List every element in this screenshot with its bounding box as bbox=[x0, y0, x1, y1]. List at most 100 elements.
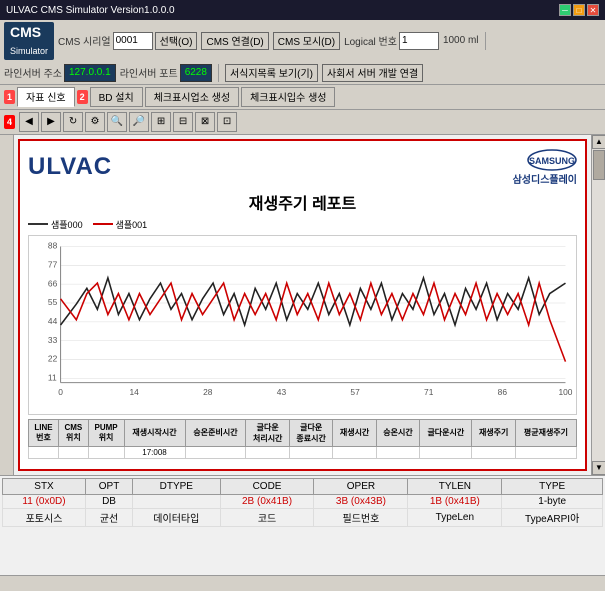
svg-text:71: 71 bbox=[424, 387, 434, 397]
bth-type: TYPE bbox=[502, 478, 603, 494]
cms-serial-group: CMS 시리얼 선택(O) bbox=[58, 32, 197, 50]
samsung-display-label: 삼성디스플레이 bbox=[513, 171, 577, 186]
btd-code-0: 2B (0x41B) bbox=[220, 494, 314, 508]
scroll-thumb[interactable] bbox=[593, 150, 605, 180]
content-area: ULVAC SAMSUNG 삼성디스플레이 재생주기 레포트 샘플000 bbox=[14, 135, 591, 475]
svg-text:SAMSUNG: SAMSUNG bbox=[529, 156, 575, 166]
cell-heat bbox=[376, 446, 419, 458]
app-title: ULVAC CMS Simulator Version1.0.0.0 bbox=[6, 5, 175, 16]
cms-mon-button[interactable]: CMS 모시(D) bbox=[273, 32, 340, 50]
svg-text:77: 77 bbox=[48, 259, 58, 269]
logical-label: Logical 번호 bbox=[344, 33, 397, 48]
col-heat: 승온시간 bbox=[376, 419, 419, 446]
left-panel bbox=[0, 135, 14, 475]
col-cool: 글다운시간 bbox=[420, 419, 472, 446]
btd-stx-0: 11 (0x0D) bbox=[3, 494, 86, 508]
svg-text:14: 14 bbox=[130, 387, 140, 397]
btd-type-1: TypeARPI아 bbox=[502, 508, 603, 526]
right-scrollbar: ▲ ▼ bbox=[591, 135, 605, 475]
ip-group: 라인서버 주소 127.0.0.1 bbox=[4, 64, 116, 82]
main-area: ULVAC SAMSUNG 삼성디스플레이 재생주기 레포트 샘플000 bbox=[0, 135, 605, 475]
tool-settings[interactable]: ⚙ bbox=[85, 112, 105, 132]
badge-1: 1 bbox=[4, 90, 15, 104]
bth-opt: OPT bbox=[86, 478, 133, 494]
tool-zoom-in[interactable]: 🔍 bbox=[107, 112, 127, 132]
col-avg: 평균재생주기 bbox=[515, 419, 576, 446]
tool-refresh[interactable]: ↻ bbox=[63, 112, 83, 132]
cell-cool bbox=[420, 446, 472, 458]
top-toolbar: CMSSimulator CMS 시리얼 선택(O) CMS 연결(D) CMS… bbox=[0, 20, 605, 85]
tool-back[interactable]: ◀ bbox=[19, 112, 39, 132]
maximize-button[interactable]: □ bbox=[573, 4, 585, 16]
cms-serial-input[interactable] bbox=[113, 32, 153, 50]
cell-regen bbox=[333, 446, 376, 458]
btd-tylen-0: 1B (0x41B) bbox=[408, 494, 502, 508]
tab-3[interactable]: 체크표시업소 생성 bbox=[145, 87, 239, 107]
bottom-row-1: 포토시스 균선 데이터타입 코드 필드번호 TypeLen TypeARPI아 bbox=[3, 508, 603, 526]
bth-dtype: DTYPE bbox=[133, 478, 221, 494]
table-row: 17:008 bbox=[29, 446, 577, 458]
cell-cms bbox=[59, 446, 89, 458]
cell-cd2 bbox=[289, 446, 332, 458]
server-view-button[interactable]: 서식지목록 보기(기) bbox=[225, 64, 318, 82]
tab-2[interactable]: BD 설치 bbox=[90, 87, 143, 107]
col-cms: CMS위치 bbox=[59, 419, 89, 446]
col-line: LINE번호 bbox=[29, 419, 59, 446]
status-bar bbox=[0, 575, 605, 591]
col-pump: PUMP위치 bbox=[88, 419, 124, 446]
btd-dtype-0 bbox=[133, 494, 221, 508]
ip-label: 라인서버 주소 bbox=[4, 65, 62, 80]
btd-oper-1: 필드번호 bbox=[314, 508, 408, 526]
report-card: ULVAC SAMSUNG 삼성디스플레이 재생주기 레포트 샘플000 bbox=[18, 139, 587, 471]
scroll-track bbox=[592, 149, 605, 461]
select-button[interactable]: 선택(O) bbox=[155, 32, 198, 50]
cell-line bbox=[29, 446, 59, 458]
col-cycle: 재생주기 bbox=[472, 419, 515, 446]
report-title: 재생주기 레포트 bbox=[28, 190, 577, 214]
cms-logo: CMSSimulator bbox=[4, 22, 54, 60]
tool-grid-2[interactable]: ⊟ bbox=[173, 112, 193, 132]
btd-tylen-1: TypeLen bbox=[408, 508, 502, 526]
tool-grid-3[interactable]: ⊠ bbox=[195, 112, 215, 132]
bottom-table: STX OPT DTYPE CODE OPER TYLEN TYPE 11 (0… bbox=[2, 478, 603, 527]
tool-zoom-out[interactable]: 🔎 bbox=[129, 112, 149, 132]
svg-text:43: 43 bbox=[277, 387, 287, 397]
tool-grid-1[interactable]: ⊞ bbox=[151, 112, 171, 132]
svg-text:57: 57 bbox=[350, 387, 360, 397]
toolbar-row-2: 4 ◀ ▶ ↻ ⚙ 🔍 🔎 ⊞ ⊟ ⊠ ⊡ bbox=[0, 110, 605, 135]
btd-type-0: 1-byte bbox=[502, 494, 603, 508]
server-conn-button[interactable]: 사회서 서버 개발 연결 bbox=[322, 64, 423, 82]
bottom-row-0: 11 (0x0D) DB 2B (0x41B) 3B (0x43B) 1B (0… bbox=[3, 494, 603, 508]
port-display: 6228 bbox=[180, 64, 212, 82]
col-cooldown2: 글다운종료시간 bbox=[289, 419, 332, 446]
svg-text:11: 11 bbox=[48, 372, 57, 382]
svg-text:44: 44 bbox=[48, 316, 58, 326]
minimize-button[interactable]: ─ bbox=[559, 4, 571, 16]
samsung-logo: SAMSUNG 삼성디스플레이 bbox=[513, 149, 577, 186]
svg-text:28: 28 bbox=[203, 387, 213, 397]
line-chart: 88 77 66 55 44 33 22 11 bbox=[29, 236, 576, 414]
tab-1[interactable]: 자표 신호 bbox=[17, 87, 75, 107]
tool-grid-4[interactable]: ⊡ bbox=[217, 112, 237, 132]
title-bar: ULVAC CMS Simulator Version1.0.0.0 ─ □ ✕ bbox=[0, 0, 605, 20]
tab-4[interactable]: 체크표시입수 생성 bbox=[241, 87, 335, 107]
logical-input[interactable] bbox=[399, 32, 439, 50]
data-table: LINE번호 CMS위치 PUMP위치 재생시작시간 승온준비시간 글다운처리시… bbox=[28, 419, 577, 459]
svg-text:22: 22 bbox=[48, 353, 58, 363]
col-cooldown1: 글다운처리시간 bbox=[246, 419, 289, 446]
port-label: 라인서버 포트 bbox=[120, 65, 178, 80]
svg-text:88: 88 bbox=[48, 240, 58, 250]
cms-conn-button[interactable]: CMS 연결(D) bbox=[201, 32, 268, 50]
tab-row: 1 자표 신호 2 BD 설치 체크표시업소 생성 체크표시입수 생성 bbox=[0, 85, 605, 110]
btd-stx-1: 포토시스 bbox=[3, 508, 86, 526]
scroll-down-button[interactable]: ▼ bbox=[592, 461, 605, 475]
cell-start: 17:008 bbox=[124, 446, 185, 458]
legend-label-0: 샘플000 bbox=[51, 218, 83, 231]
scroll-up-button[interactable]: ▲ bbox=[592, 135, 605, 149]
unit-label: 1000 ml bbox=[443, 35, 479, 46]
col-temp: 승온준비시간 bbox=[185, 419, 246, 446]
legend-item-0: 샘플000 bbox=[28, 218, 83, 231]
close-button[interactable]: ✕ bbox=[587, 4, 599, 16]
tool-forward[interactable]: ▶ bbox=[41, 112, 61, 132]
btd-code-1: 코드 bbox=[220, 508, 314, 526]
